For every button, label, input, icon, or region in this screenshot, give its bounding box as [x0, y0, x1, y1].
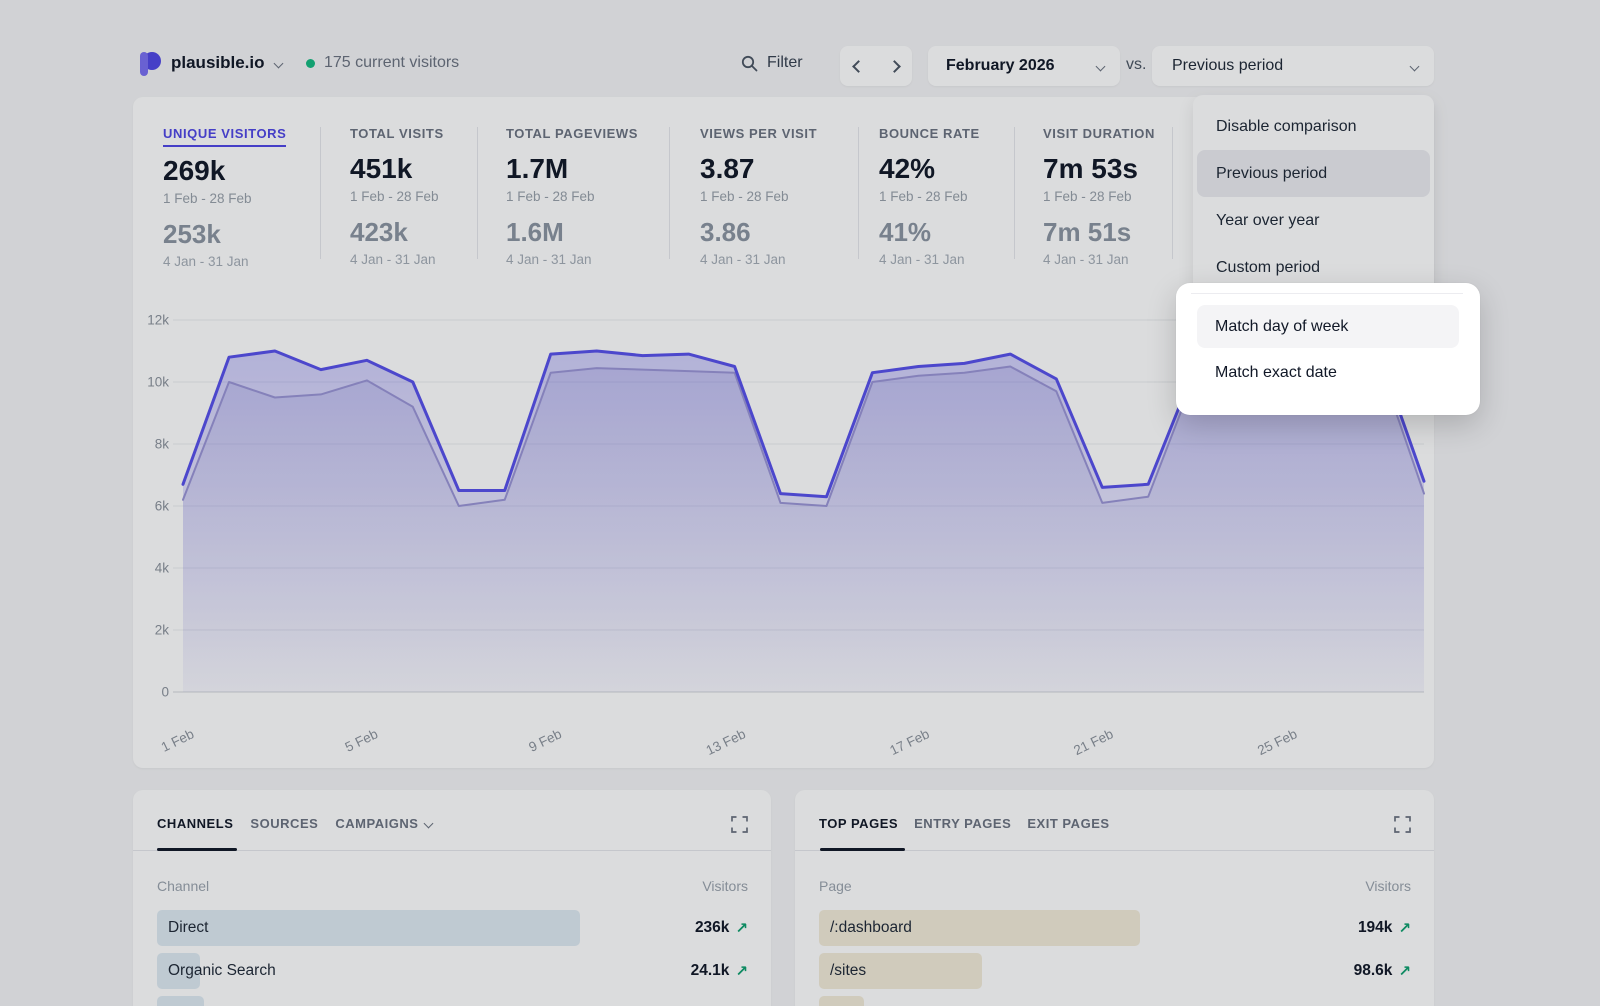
- dim-overlay: [0, 0, 1600, 1006]
- match-option-item[interactable]: Match day of week: [1197, 305, 1459, 348]
- match-options-popup: Match day of weekMatch exact date: [1176, 283, 1480, 415]
- match-options: Match day of weekMatch exact date: [1197, 305, 1459, 397]
- divider: [1191, 293, 1463, 294]
- match-option-item[interactable]: Match exact date: [1197, 351, 1459, 394]
